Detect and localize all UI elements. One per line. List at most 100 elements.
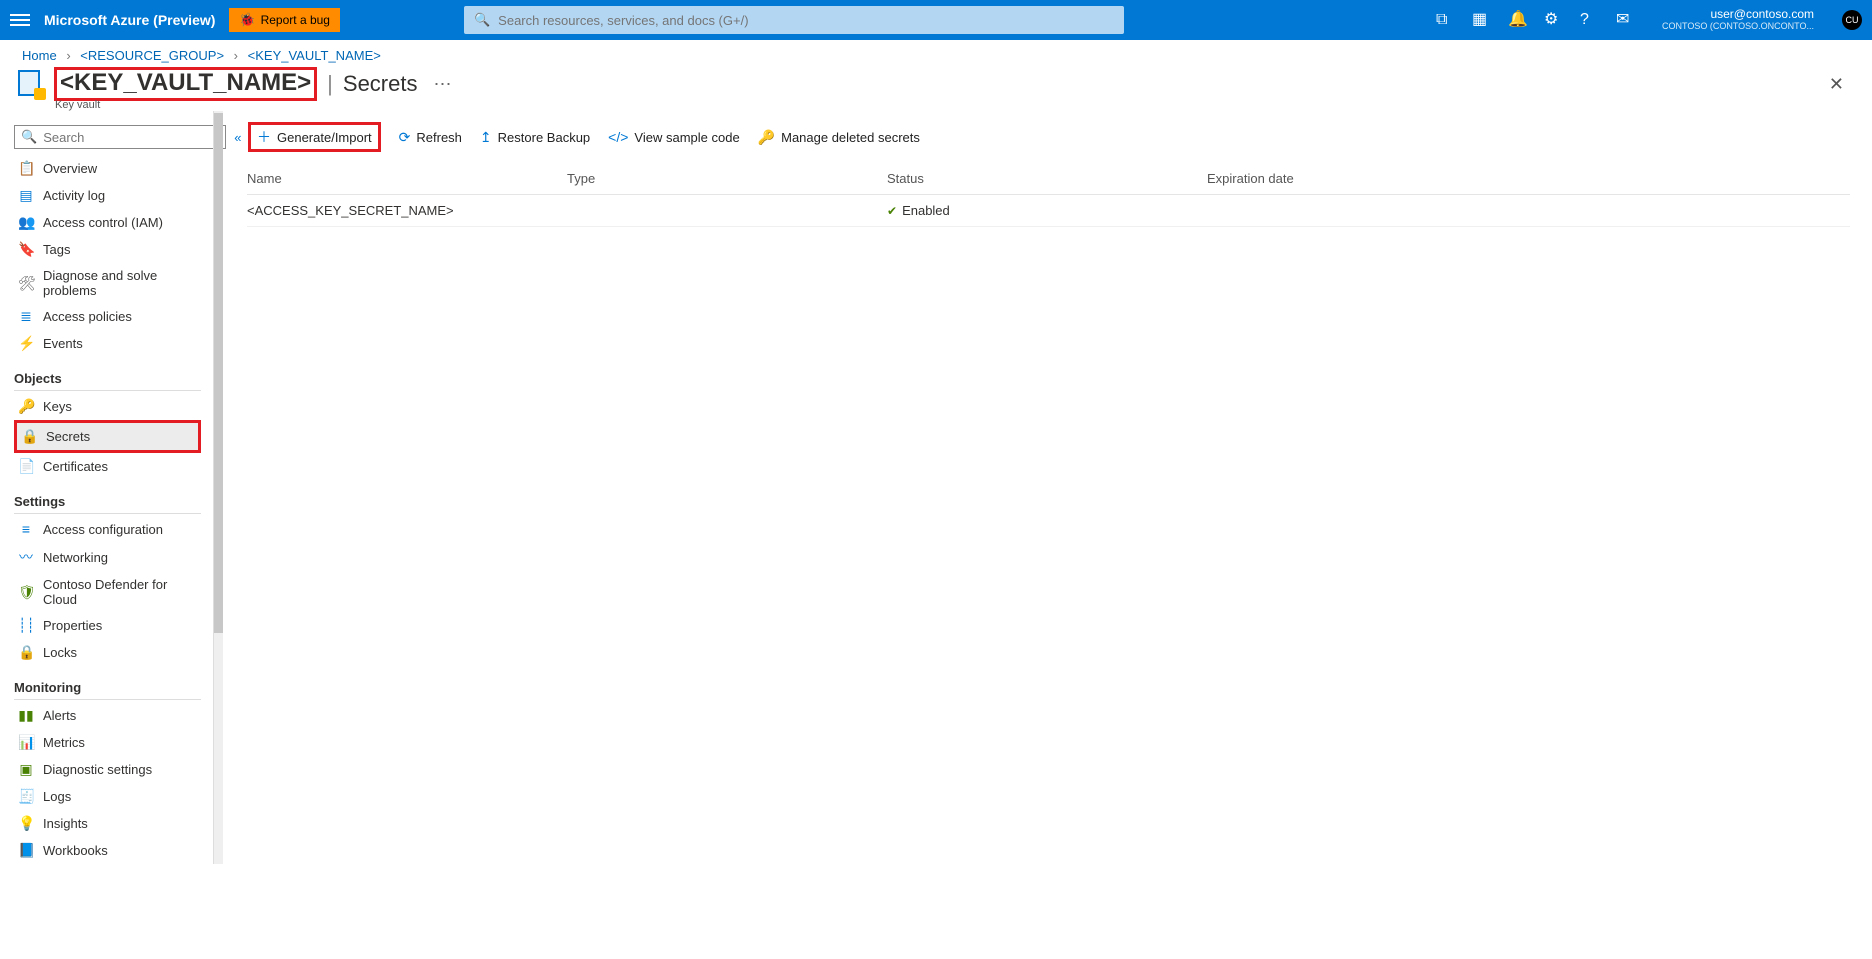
insights-icon: 💡 xyxy=(18,815,34,832)
global-search-input[interactable] xyxy=(498,13,1114,28)
nav-properties[interactable]: ┊┊Properties xyxy=(14,612,201,639)
workbooks-icon: 📘 xyxy=(18,842,34,859)
nav-insights[interactable]: 💡Insights xyxy=(14,810,201,837)
cmd-label: Manage deleted secrets xyxy=(781,130,920,145)
more-actions-icon[interactable]: ⋯ xyxy=(427,74,457,95)
col-type[interactable]: Type xyxy=(567,171,887,186)
nav-access-policies[interactable]: ≣Access policies xyxy=(14,303,201,330)
nav-workbooks[interactable]: 📘 Workbooks xyxy=(14,837,201,864)
bug-icon: 🐞 xyxy=(239,12,255,28)
tags-icon: 🔖 xyxy=(18,241,34,258)
diag-settings-icon: ▣ xyxy=(18,761,34,778)
upload-icon: ↥ xyxy=(480,129,492,146)
nav-label: Access configuration xyxy=(43,522,163,537)
cmd-label: Generate/Import xyxy=(277,130,372,145)
status-text: Enabled xyxy=(902,203,950,218)
chevron-right-icon: › xyxy=(66,48,70,63)
nav-keys[interactable]: 🔑Keys xyxy=(14,393,201,420)
search-icon: 🔍 xyxy=(21,129,37,145)
nav-label: Events xyxy=(43,336,83,351)
filter-icon[interactable]: ▦ xyxy=(1472,12,1488,28)
account-tenant: CONTOSO (CONTOSO.ONCONTO... xyxy=(1662,22,1814,32)
menu-scrollbar[interactable] xyxy=(213,111,223,864)
nav-label: Secrets xyxy=(46,429,90,444)
nav-label: Locks xyxy=(43,645,77,660)
account-email: user@contoso.com xyxy=(1662,8,1814,21)
chevron-right-icon: › xyxy=(234,48,238,63)
section-title: Secrets xyxy=(343,71,418,97)
nav-access-control[interactable]: 👥Access control (IAM) xyxy=(14,209,201,236)
col-expiration[interactable]: Expiration date xyxy=(1207,171,1850,186)
menu-search-input[interactable] xyxy=(43,130,219,145)
breadcrumb: Home › <RESOURCE_GROUP> › <KEY_VAULT_NAM… xyxy=(0,40,1872,63)
nav-events[interactable]: ⚡ Events xyxy=(14,330,201,357)
avatar[interactable]: CU xyxy=(1842,10,1862,30)
restore-backup-button[interactable]: ↥ Restore Backup xyxy=(480,122,590,152)
manage-deleted-secrets-button[interactable]: 🔑 Manage deleted secrets xyxy=(758,122,920,152)
nav-networking[interactable]: 〰 Networking xyxy=(14,542,201,572)
report-bug-button[interactable]: 🐞 Report a bug xyxy=(229,8,340,32)
generate-import-button[interactable]: ＋ Generate/Import xyxy=(248,122,381,152)
secret-name-cell: <ACCESS_KEY_SECRET_NAME> xyxy=(247,203,567,218)
crumb-home[interactable]: Home xyxy=(22,48,57,63)
secrets-icon: 🔒 xyxy=(21,428,37,445)
nav-diagnose[interactable]: 🛠Diagnose and solve problems xyxy=(14,263,201,303)
cmd-label: Refresh xyxy=(416,130,462,145)
crumb-key-vault[interactable]: <KEY_VAULT_NAME> xyxy=(248,48,381,63)
nav-label: Networking xyxy=(43,550,108,565)
nav-label: Certificates xyxy=(43,459,108,474)
help-icon[interactable]: ? xyxy=(1580,12,1596,28)
nav-label: Diagnostic settings xyxy=(43,762,152,777)
azure-top-bar: Microsoft Azure (Preview) 🐞 Report a bug… xyxy=(0,0,1872,40)
page-title-row: <KEY_VAULT_NAME> | Secrets ⋯ ✕ xyxy=(0,63,1872,103)
global-search[interactable]: 🔍 xyxy=(464,6,1124,34)
policies-icon: ≣ xyxy=(18,308,34,325)
nav-label: Diagnose and solve problems xyxy=(43,268,197,298)
menu-search[interactable]: 🔍 xyxy=(14,125,226,149)
nav-locks[interactable]: 🔒Locks xyxy=(14,639,201,666)
vault-name-title: <KEY_VAULT_NAME> xyxy=(54,67,317,101)
col-name[interactable]: Name xyxy=(247,171,567,186)
nav-metrics[interactable]: 📊Metrics xyxy=(14,729,201,756)
refresh-button[interactable]: ⟳ Refresh xyxy=(399,122,462,152)
check-icon: ✔ xyxy=(887,204,897,218)
nav-alerts[interactable]: ▮▮Alerts xyxy=(14,702,201,729)
secret-expiration-cell xyxy=(1207,203,1850,218)
key-icon: 🔑 xyxy=(758,129,775,146)
nav-certificates[interactable]: 📄 Certificates xyxy=(14,453,201,480)
crumb-resource-group[interactable]: <RESOURCE_GROUP> xyxy=(80,48,224,63)
account-block[interactable]: user@contoso.com CONTOSO (CONTOSO.ONCONT… xyxy=(1662,8,1814,31)
divider xyxy=(14,513,201,514)
brand-label: Microsoft Azure (Preview) xyxy=(44,12,215,28)
notifications-icon[interactable]: 🔔 xyxy=(1508,12,1524,28)
section-objects: Objects xyxy=(14,371,201,386)
feedback-icon[interactable]: ✉ xyxy=(1616,12,1632,28)
code-icon: </> xyxy=(608,129,628,145)
hamburger-menu-icon[interactable] xyxy=(10,14,30,26)
nav-overview[interactable]: 📋Overview xyxy=(14,155,201,182)
table-row[interactable]: <ACCESS_KEY_SECRET_NAME> ✔ Enabled xyxy=(247,195,1850,227)
nav-diagnostic-settings[interactable]: ▣ Diagnostic settings xyxy=(14,756,201,783)
certificates-icon: 📄 xyxy=(18,458,34,475)
settings-gear-icon[interactable]: ⚙ xyxy=(1544,12,1560,28)
networking-icon: 〰 xyxy=(18,547,34,567)
nav-label: Keys xyxy=(43,399,72,414)
nav-label: Tags xyxy=(43,242,70,257)
cloud-shell-icon[interactable]: ⧉ xyxy=(1436,12,1452,28)
view-sample-code-button[interactable]: </> View sample code xyxy=(608,122,740,152)
close-blade-icon[interactable]: ✕ xyxy=(1829,74,1854,95)
nav-secrets[interactable]: 🔒 Secrets xyxy=(14,420,201,453)
nav-label: Contoso Defender for Cloud xyxy=(43,577,197,607)
nav-label: Metrics xyxy=(43,735,85,750)
nav-access-configuration[interactable]: ≡Access configuration xyxy=(14,516,201,542)
nav-defender[interactable]: 🛡Contoso Defender for Cloud xyxy=(14,572,201,612)
nav-activity-log[interactable]: ▤Activity log xyxy=(14,182,201,209)
overview-icon: 📋 xyxy=(18,160,34,177)
col-status[interactable]: Status xyxy=(887,171,1207,186)
command-bar: ＋ Generate/Import ⟳ Refresh ↥ Restore Ba… xyxy=(247,111,1850,163)
nav-label: Workbooks xyxy=(43,843,108,858)
logs-icon: 🧾 xyxy=(18,788,34,805)
nav-logs[interactable]: 🧾Logs xyxy=(14,783,201,810)
nav-tags[interactable]: 🔖 Tags xyxy=(14,236,201,263)
events-icon: ⚡ xyxy=(18,335,34,352)
